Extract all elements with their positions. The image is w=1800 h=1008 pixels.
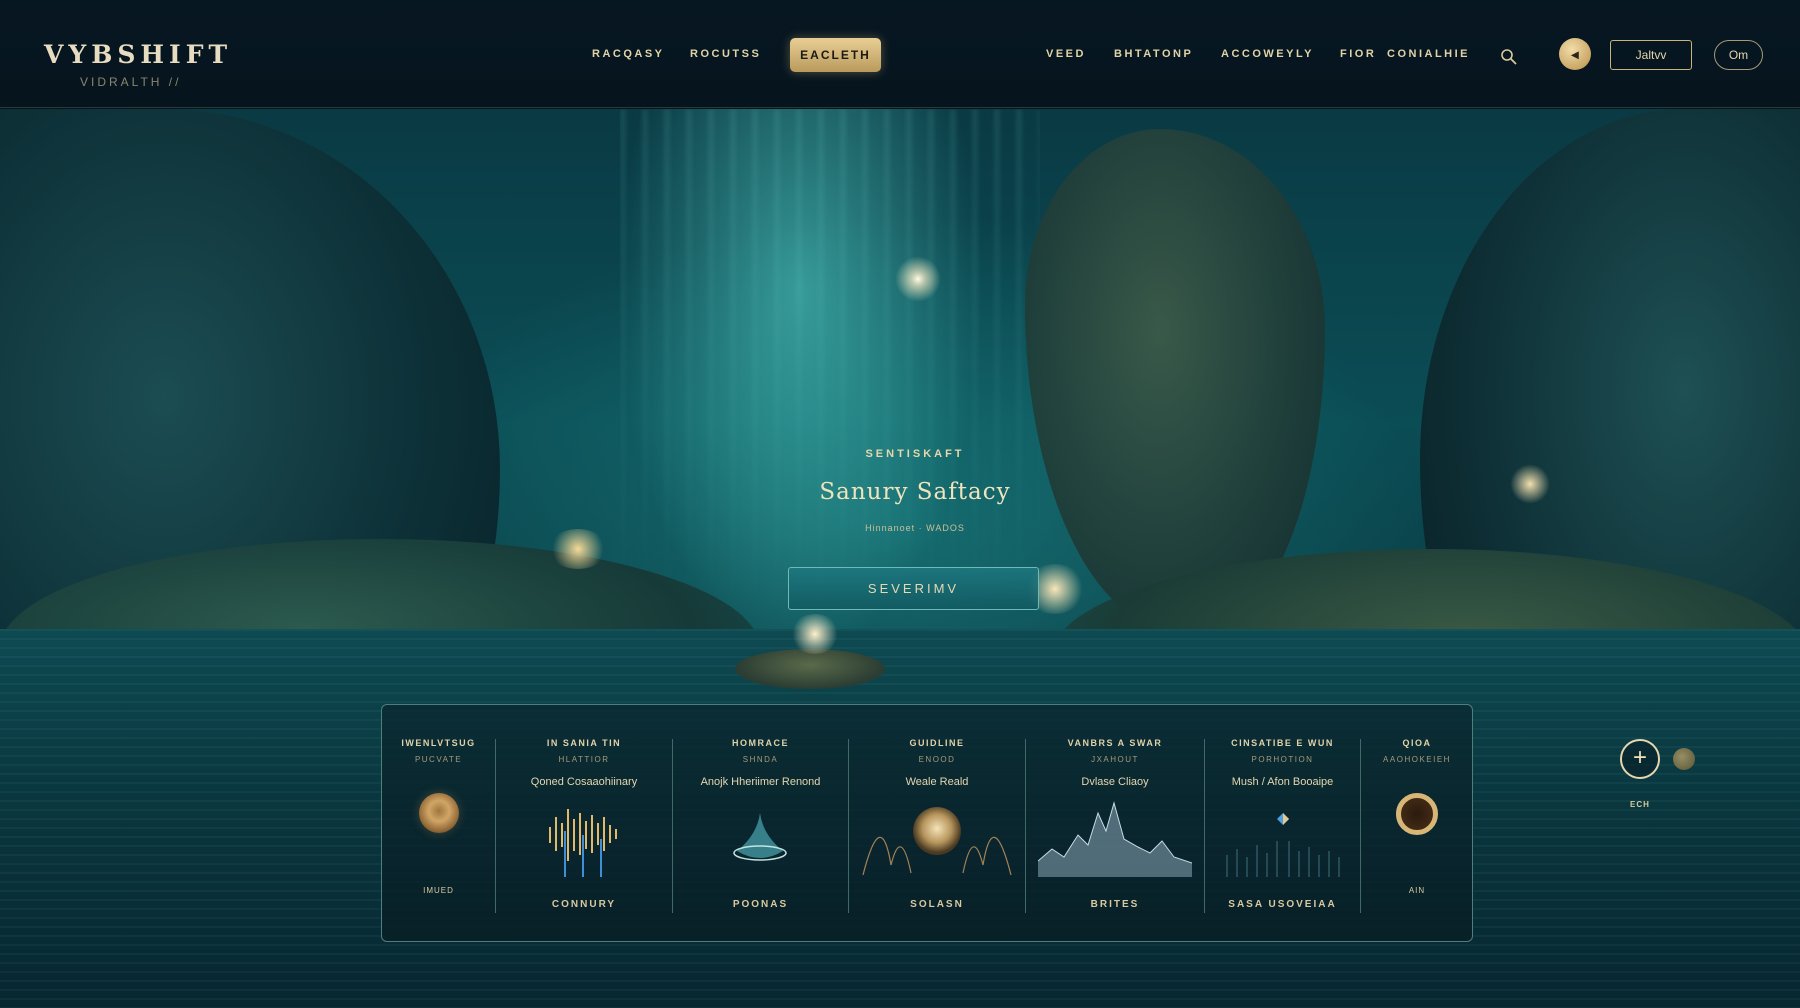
peaks-visual (1038, 801, 1192, 877)
card-subtitle: PORHOTION (1251, 755, 1314, 764)
card-subtitle: AAOHOKEIEH (1383, 755, 1451, 764)
card-description: Mush / Afon Booaipe (1231, 776, 1334, 788)
nav-item-active[interactable]: EACLETH (790, 38, 881, 72)
nav-item-3[interactable]: VEED (1046, 48, 1086, 60)
card-description: Qoned Cosaaohiinary (530, 776, 638, 788)
waveform-visual (549, 809, 617, 877)
card-footer: SOLASN (910, 899, 964, 910)
card-footer: BRITES (1090, 899, 1140, 910)
brand-name: VYBSHIFT (44, 40, 233, 69)
hero-eyebrow: SENTISKAFT (865, 448, 965, 460)
nav-item-7[interactable]: CONIALHIE (1387, 48, 1470, 60)
card-subtitle: JXAHOUT (1091, 755, 1139, 764)
pill-button[interactable]: Om (1714, 40, 1763, 70)
panel-card[interactable]: HOMRACE SHNDA Anojk Hheriimer Renond POO… (673, 705, 848, 943)
panel-card[interactable]: GUIDLINE ENOOD Weale Reald SOLASN (849, 705, 1025, 943)
island (735, 649, 885, 689)
card-title: IWENLVTSUG (401, 738, 476, 748)
hero-cta-button[interactable]: SEVERIMV (788, 567, 1039, 610)
card-subtitle: PUCVATE (414, 755, 463, 764)
card-description: Dvlase Cliaoy (1081, 776, 1149, 788)
card-title: QIOA (1402, 738, 1432, 748)
card-title: CINSATIBE E WUN (1231, 738, 1334, 748)
back-circle-button[interactable]: ◂ (1559, 38, 1591, 70)
crystal-glow (548, 529, 608, 569)
hero-title: Sanury Saftacy (819, 479, 1011, 505)
brand-logo[interactable]: VYBSHIFT VIDRALTH // (44, 40, 232, 89)
sparkle-light (895, 256, 941, 302)
add-button-label: ECH (1630, 800, 1650, 809)
outline-button[interactable]: Jaltvv (1610, 40, 1692, 70)
card-footer: IMUED (423, 886, 454, 895)
nav-item-6[interactable]: FIOR (1340, 48, 1376, 60)
gold-dot-icon (1673, 748, 1695, 770)
card-title: HOMRACE (732, 738, 789, 748)
panel-card[interactable]: IWENLVTSUG PUCVATE IMUED (382, 705, 495, 943)
hero-subtitle: Hinnanoet · WADOS (865, 523, 965, 533)
search-icon[interactable] (1500, 48, 1518, 66)
panel-card[interactable]: IN SANIA TIN HLATTIOR Qoned Cosaaohiinar… (496, 705, 672, 943)
card-description: Anojk Hheriimer Renond (700, 776, 821, 788)
nav-item-1[interactable]: RACQASY (592, 48, 665, 60)
card-subtitle: HLATTIOR (558, 755, 610, 764)
card-subtitle: SHNDA (742, 755, 779, 764)
card-subtitle: ENOOD (918, 755, 956, 764)
top-navigation-bar: VYBSHIFT VIDRALTH // RACQASY ROCUTSS EAC… (0, 0, 1800, 108)
light-rays (620, 109, 1040, 629)
card-footer: SASA USOVEIAA (1228, 899, 1337, 910)
add-button[interactable]: + (1620, 739, 1660, 779)
panel-card[interactable]: CINSATIBE E WUN PORHOTION Mush / Afon Bo… (1205, 705, 1360, 943)
nav-item-5[interactable]: ACCOWEYLY (1221, 48, 1314, 60)
panel-card[interactable]: QIOA AAOHOKEIEH AIN (1361, 705, 1473, 943)
card-footer: POONAS (732, 899, 789, 910)
card-footer: CONNURY (551, 899, 617, 910)
feature-panel: IWENLVTSUG PUCVATE IMUED IN SANIA TIN HL… (381, 704, 1473, 942)
card-title: VANBRS A SWAR (1067, 738, 1163, 748)
spike-visual (1226, 813, 1340, 877)
rock-center (1025, 129, 1325, 629)
orb-visual (862, 807, 1012, 876)
nav-item-2[interactable]: ROCUTSS (690, 48, 761, 60)
disc-icon (418, 793, 459, 833)
panel-card[interactable]: VANBRS A SWAR JXAHOUT Dvlase Cliaoy BRIT… (1026, 705, 1204, 943)
card-title: IN SANIA TIN (546, 738, 622, 748)
drop-visual (733, 813, 787, 861)
card-footer: AIN (1408, 886, 1426, 895)
brand-tagline: VIDRALTH // (80, 75, 182, 89)
nav-item-4[interactable]: BHTATONP (1114, 48, 1193, 60)
island-glow (790, 614, 840, 654)
card-title: GUIDLINE (909, 738, 965, 748)
card-description: Weale Reald (905, 776, 969, 788)
ring-icon (1396, 793, 1438, 835)
